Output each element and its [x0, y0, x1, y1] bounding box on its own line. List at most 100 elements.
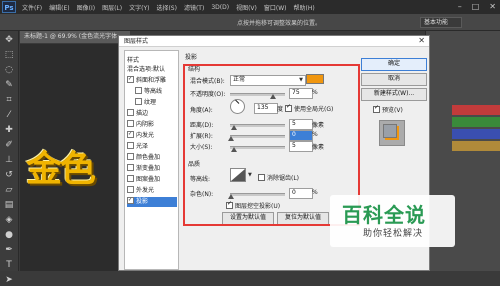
eyedropper-tool-icon[interactable]: ⁄	[4, 110, 15, 121]
menu-item[interactable]: 文件(F)	[22, 3, 42, 12]
style-checkbox[interactable]	[127, 109, 134, 116]
path-select-tool-icon[interactable]: ➤	[4, 275, 15, 286]
dialog-title-bar: 图层样式 ✕	[119, 36, 429, 47]
swatch-green[interactable]	[452, 117, 500, 127]
section-drop-shadow: 投影	[185, 54, 198, 61]
style-item[interactable]: 内阴影	[127, 120, 177, 130]
new-style-button[interactable]: 新建样式(W)...	[361, 88, 427, 101]
style-item[interactable]: 图案叠加	[127, 175, 177, 185]
style-item-label: 内发光	[136, 132, 155, 139]
style-item-label: 纹理	[144, 99, 157, 106]
options-bar: 点按并拖移可调整效果的位置。 基本功能	[0, 14, 500, 31]
style-checkbox[interactable]	[127, 76, 134, 83]
swatch-red[interactable]	[452, 105, 500, 115]
canvas-gold-text: 金色	[26, 149, 96, 190]
eraser-tool-icon[interactable]: ▱	[4, 185, 15, 196]
swatches-strip	[452, 105, 500, 165]
crop-tool-icon[interactable]: ⌗	[4, 95, 15, 106]
gradient-tool-icon[interactable]: ▤	[4, 200, 15, 211]
style-item-label: 图案叠加	[136, 176, 161, 183]
style-checkbox[interactable]	[135, 87, 142, 94]
style-item[interactable]: 等高线	[127, 87, 185, 97]
menu-item[interactable]: 3D(D)	[211, 4, 229, 11]
style-item-label: 渐变叠加	[136, 165, 161, 172]
maximize-icon[interactable]: □	[472, 1, 480, 13]
style-checkbox[interactable]	[127, 142, 134, 149]
menu-item[interactable]: 选择(S)	[156, 3, 177, 12]
style-checkbox[interactable]	[127, 120, 134, 127]
dialog-close-icon[interactable]: ✕	[418, 35, 425, 46]
swatch-gold[interactable]	[452, 141, 500, 151]
tools-panel: ✥ ⬚ ◌ ✎ ⌗ ⁄ ✚ ✐ ⊥ ↺ ▱ ▤ ◈ ● ✒ T ➤	[0, 31, 19, 285]
style-preview-thumbnail	[379, 120, 405, 146]
document-tab[interactable]: 未标题-1 @ 69.9% (金色流光字体	[20, 31, 130, 43]
style-item-label: 等高线	[144, 88, 163, 95]
styles-items: 混合选项:默认斜面和浮雕等高线纹理描边内阴影内发光光泽颜色叠加渐变叠加图案叠加外…	[125, 65, 179, 265]
menu-item[interactable]: 图像(I)	[77, 3, 95, 12]
style-checkbox[interactable]	[127, 131, 134, 138]
style-item[interactable]: 混合选项:默认	[127, 65, 177, 75]
styles-header[interactable]: 样式	[127, 55, 139, 64]
style-item[interactable]: 颜色叠加	[127, 153, 177, 163]
style-checkbox[interactable]	[127, 186, 134, 193]
preview-swatch	[383, 124, 397, 138]
menu-bar: Ps 文件(F) 编辑(E) 图像(I) 图层(L) 文字(Y) 选择(S) 滤镜(T) 3D…	[0, 0, 500, 14]
preview-label: 预览(V)	[382, 107, 403, 114]
style-checkbox[interactable]	[127, 197, 134, 204]
style-checkbox[interactable]	[135, 98, 142, 105]
stamp-tool-icon[interactable]: ⊥	[4, 155, 15, 166]
style-item-label: 描边	[136, 110, 149, 117]
dodge-tool-icon[interactable]: ●	[4, 230, 15, 241]
photoshop-logo: Ps	[2, 1, 16, 13]
move-tool-icon[interactable]: ✥	[4, 35, 15, 46]
swatch-blue[interactable]	[452, 129, 500, 139]
style-item[interactable]: 描边	[127, 109, 177, 119]
watermark: 百科全说 助你轻松解决	[330, 195, 455, 247]
cancel-button[interactable]: 取消	[361, 73, 427, 86]
close-window-icon[interactable]: ✕	[489, 1, 496, 13]
pen-tool-icon[interactable]: ✒	[4, 245, 15, 256]
quick-select-tool-icon[interactable]: ✎	[4, 80, 15, 91]
style-item[interactable]: 外发光	[127, 186, 177, 196]
style-item-label: 斜面和浮雕	[136, 77, 167, 84]
menu-item[interactable]: 窗口(W)	[264, 3, 287, 12]
brush-tool-icon[interactable]: ✐	[4, 140, 15, 151]
dialog-title: 图层样式	[124, 38, 149, 45]
menu-item[interactable]: 图层(L)	[102, 3, 122, 12]
style-item-label: 内阴影	[136, 121, 155, 128]
style-item[interactable]: 投影	[127, 197, 177, 207]
style-checkbox[interactable]	[127, 175, 134, 182]
menu-item[interactable]: 滤镜(T)	[184, 3, 204, 12]
style-item[interactable]: 渐变叠加	[127, 164, 177, 174]
style-item[interactable]: 纹理	[127, 98, 185, 108]
preview-checkbox[interactable]: 预览(V)	[373, 104, 403, 114]
style-item-label: 混合选项:默认	[127, 66, 166, 73]
style-checkbox[interactable]	[127, 164, 134, 171]
marquee-tool-icon[interactable]: ⬚	[4, 50, 15, 61]
menu-item[interactable]: 视图(V)	[236, 3, 257, 12]
style-item-label: 投影	[136, 198, 149, 205]
menu-item[interactable]: 帮助(H)	[294, 3, 315, 12]
main-menu: 文件(F) 编辑(E) 图像(I) 图层(L) 文字(Y) 选择(S) 滤镜(T) 3D(D)…	[22, 0, 315, 14]
ok-button[interactable]: 确定	[361, 58, 427, 71]
minimize-icon[interactable]: –	[458, 1, 462, 13]
option-hint: 点按并拖移可调整效果的位置。	[237, 20, 322, 27]
style-item-label: 光泽	[136, 143, 149, 150]
style-checkbox[interactable]	[127, 153, 134, 160]
type-tool-icon[interactable]: T	[4, 260, 15, 271]
menu-item[interactable]: 编辑(E)	[49, 3, 69, 12]
style-item-label: 颜色叠加	[136, 154, 161, 161]
workspace-select[interactable]: 基本功能	[420, 17, 462, 28]
checkbox-box	[373, 104, 380, 113]
style-item-label: 外发光	[136, 187, 155, 194]
watermark-subtitle: 助你轻松解决	[363, 229, 424, 239]
style-item[interactable]: 斜面和浮雕	[127, 76, 177, 86]
lasso-tool-icon[interactable]: ◌	[4, 65, 15, 76]
blur-tool-icon[interactable]: ◈	[4, 215, 15, 226]
style-item[interactable]: 光泽	[127, 142, 177, 152]
history-brush-tool-icon[interactable]: ↺	[4, 170, 15, 181]
menu-item[interactable]: 文字(Y)	[129, 3, 149, 12]
healing-tool-icon[interactable]: ✚	[4, 125, 15, 136]
watermark-title: 百科全说	[342, 203, 426, 227]
style-item[interactable]: 内发光	[127, 131, 177, 141]
